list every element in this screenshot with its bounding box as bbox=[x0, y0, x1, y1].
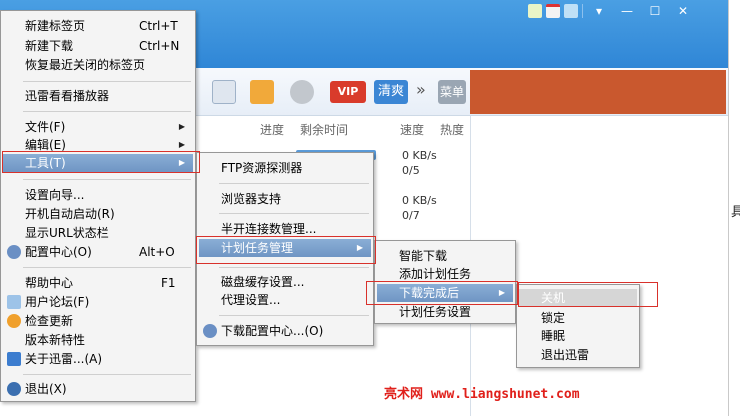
row-speed: 0 KB/s bbox=[402, 194, 437, 207]
menu-item-forum[interactable]: 用户论坛(F) bbox=[3, 293, 193, 311]
gear-icon bbox=[203, 324, 217, 338]
menu-item-url-statusbar[interactable]: 显示URL状态栏 bbox=[3, 224, 193, 242]
more-chevron-icon[interactable]: » bbox=[416, 80, 426, 99]
exit-icon bbox=[7, 382, 21, 396]
dropdown-icon[interactable]: ▾ bbox=[587, 3, 611, 19]
submenu-arrow-icon: ▶ bbox=[178, 122, 185, 131]
download-icon[interactable] bbox=[250, 80, 274, 104]
schedule-submenu: 智能下载 添加计划任务 下载完成后 ▶ 计划任务设置 bbox=[374, 240, 516, 324]
menu-item-schedule-tasks[interactable]: 计划任务管理 ▶ bbox=[199, 239, 371, 257]
menu-item-proxy-settings[interactable]: 代理设置... bbox=[199, 291, 371, 309]
submenu-arrow-icon: ▶ bbox=[178, 158, 185, 167]
main-menu-button[interactable]: 菜单 bbox=[438, 80, 466, 104]
menu-item-ftp-explorer[interactable]: FTP资源探测器 bbox=[199, 159, 371, 177]
submenu-arrow-icon: ▶ bbox=[498, 288, 505, 297]
after-download-submenu: 关机 锁定 睡眠 退出迅雷 bbox=[516, 284, 640, 368]
gear-icon[interactable] bbox=[290, 80, 314, 104]
menu-item-sleep[interactable]: 睡眠 bbox=[519, 327, 637, 345]
edge-text: 具 bbox=[731, 205, 740, 220]
update-icon bbox=[7, 314, 21, 328]
menu-item-browser-support[interactable]: 浏览器支持 bbox=[199, 190, 371, 208]
submenu-arrow-icon: ▶ bbox=[356, 243, 363, 252]
menu-item-disk-cache[interactable]: 磁盘缓存设置... bbox=[199, 273, 371, 291]
menu-item-new-download[interactable]: 新建下载 Ctrl+N bbox=[3, 37, 193, 55]
shirt-icon[interactable] bbox=[564, 4, 578, 18]
column-health[interactable]: 热度 bbox=[440, 121, 464, 138]
vip-button[interactable]: VIP bbox=[330, 81, 366, 103]
menu-item-help[interactable]: 帮助中心 F1 bbox=[3, 274, 193, 292]
submenu-arrow-icon: ▶ bbox=[178, 140, 185, 149]
close-icon[interactable]: ✕ bbox=[671, 3, 695, 19]
menu-item-exit[interactable]: 退出(X) bbox=[3, 380, 193, 398]
minimize-icon[interactable]: — bbox=[615, 3, 639, 19]
clean-mode-button[interactable]: 清爽 bbox=[374, 80, 408, 104]
calendar-icon[interactable] bbox=[546, 4, 560, 18]
table-row[interactable]: 0 KB/s 0/7 bbox=[402, 193, 437, 223]
menu-item-player[interactable]: 迅雷看看播放器 bbox=[3, 87, 193, 105]
banner-ad bbox=[470, 70, 726, 114]
menu-item-schedule-settings[interactable]: 计划任务设置 bbox=[377, 303, 513, 321]
menu-item-new-tab[interactable]: 新建标签页 Ctrl+T bbox=[3, 17, 193, 35]
menu-item-about[interactable]: 关于迅雷...(A) bbox=[3, 350, 193, 368]
menu-item-setup-wizard[interactable]: 设置向导... bbox=[3, 186, 193, 204]
menu-item-autostart[interactable]: 开机自动启动(R) bbox=[3, 205, 193, 223]
menu-item-tools[interactable]: 工具(T) ▶ bbox=[3, 154, 193, 172]
column-speed[interactable]: 速度 bbox=[400, 121, 424, 138]
thunder-logo-icon bbox=[7, 352, 21, 366]
task-list-icon[interactable] bbox=[212, 80, 236, 104]
menu-item-whats-new[interactable]: 版本新特性 bbox=[3, 331, 193, 349]
column-progress[interactable]: 进度 bbox=[260, 121, 284, 138]
tools-submenu: FTP资源探测器 浏览器支持 半开连接数管理... 计划任务管理 ▶ 磁盘缓存设置… bbox=[196, 152, 374, 346]
table-row[interactable]: 0 KB/s 0/5 bbox=[402, 148, 437, 178]
gear-icon bbox=[7, 245, 21, 259]
row-speed: 0 KB/s bbox=[402, 149, 437, 162]
menu-item-file[interactable]: 文件(F) ▶ bbox=[3, 118, 193, 136]
menu-item-download-config[interactable]: 下载配置中心...(O) bbox=[199, 322, 371, 340]
maximize-icon[interactable]: ☐ bbox=[643, 3, 667, 19]
menu-item-config-center[interactable]: 配置中心(O) Alt+O bbox=[3, 243, 193, 261]
menu-item-add-schedule[interactable]: 添加计划任务 bbox=[377, 265, 513, 283]
menu-item-half-open-connections[interactable]: 半开连接数管理... bbox=[199, 220, 371, 238]
menu-item-exit-thunder[interactable]: 退出迅雷 bbox=[519, 346, 637, 364]
menu-item-restore-tab[interactable]: 恢复最近关闭的标签页 bbox=[3, 56, 193, 74]
menu-item-shutdown[interactable]: 关机 bbox=[519, 289, 637, 307]
skin-icon[interactable] bbox=[528, 4, 542, 18]
menu-item-smart-download[interactable]: 智能下载 bbox=[377, 247, 513, 265]
menu-item-lock[interactable]: 锁定 bbox=[519, 309, 637, 327]
forum-icon bbox=[7, 295, 21, 309]
main-menu: 新建标签页 Ctrl+T 新建下载 Ctrl+N 恢复最近关闭的标签页 迅雷看看播放… bbox=[0, 10, 196, 402]
task-column-headers: 进度 剩余时间 速度 热度 bbox=[196, 118, 470, 138]
window-controls: ▾ — ☐ ✕ bbox=[528, 3, 695, 19]
menu-item-check-update[interactable]: 检查更新 bbox=[3, 312, 193, 330]
watermark: 亮术网 www.liangshunet.com bbox=[384, 387, 580, 402]
row-sources: 0/5 bbox=[402, 164, 420, 177]
menu-item-edit[interactable]: 编辑(E) ▶ bbox=[3, 136, 193, 154]
menu-item-after-download[interactable]: 下载完成后 ▶ bbox=[377, 284, 513, 302]
column-remaining[interactable]: 剩余时间 bbox=[300, 121, 348, 138]
row-sources: 0/7 bbox=[402, 209, 420, 222]
